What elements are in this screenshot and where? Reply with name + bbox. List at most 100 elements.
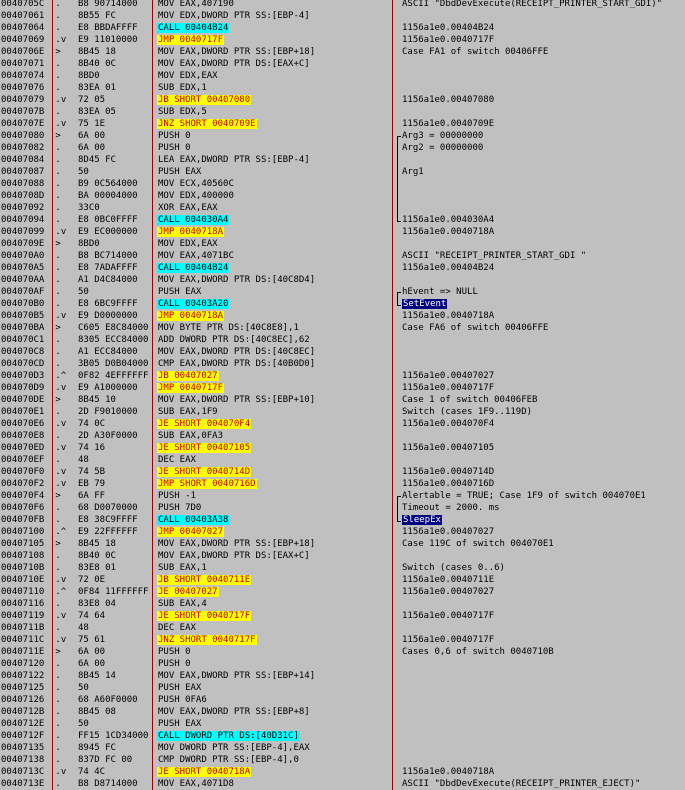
instruction-address: 0040707E: [1, 119, 45, 129]
instruction-address: 00407069: [1, 35, 45, 45]
instruction-row[interactable]: 00407120 . 6A 00 PUSH 0: [0, 658, 685, 670]
instruction-row[interactable]: 0040709E >8BD0 MOV EDX,EAX: [0, 238, 685, 250]
instruction-disasm: PUSH EAX: [157, 718, 393, 730]
instruction-row[interactable]: 00407138 . 837D FC 00 CMP DWORD PTR SS:[EB…: [0, 754, 685, 766]
instruction-row[interactable]: 0040712F . FF15 1CD34000 CALL DWORD PTR DS…: [0, 730, 685, 742]
instruction-disasm: MOV EAX,DWORD PTR SS:[EBP+8]: [157, 706, 393, 718]
disasm-text: SUB EAX,4: [158, 599, 207, 609]
instruction-row[interactable]: 004070F0 .v 74 5B JE SHORT 0040714D 1156a1e…: [0, 466, 685, 478]
instruction-hex: 74 64: [78, 611, 106, 621]
instruction-row[interactable]: 0040710E .v 72 0E JB SHORT 0040711E 1156a1e…: [0, 574, 685, 586]
instruction-disasm: CMP DWORD PTR SS:[EBP-4],0: [157, 754, 393, 766]
instruction-address: 004070AA: [1, 275, 45, 285]
instruction-comment: Switch (cases 1F9..119D): [402, 407, 533, 417]
instruction-row[interactable]: 00407119 .v 74 64 JE SHORT 0040717F 1156a1e…: [0, 610, 685, 622]
instruction-row[interactable]: 004070CD . 3B05 D0B04000 CMP EAX,DWORD PTR…: [0, 358, 685, 370]
instruction-hex: 6A FF: [78, 491, 106, 501]
instruction-row[interactable]: 00407071 . 8B40 0C MOV EAX,DWORD PTR DS:[E…: [0, 58, 685, 70]
instruction-row[interactable]: 0040710B . 83E8 01 SUB EAX,1 Switch (cases …: [0, 562, 685, 574]
instruction-row[interactable]: 00407094 . E8 0BC0FFFF CALL 004030A4 1156a1…: [0, 214, 685, 226]
instruction-address: 004070B0: [1, 299, 45, 309]
instruction-row[interactable]: 00407105 >8B45 18 MOV EAX,DWORD PTR SS:[E…: [0, 538, 685, 550]
instruction-comment: [402, 718, 685, 730]
instruction-row[interactable]: 00407108 . 8B40 0C MOV EAX,DWORD PTR DS:[E…: [0, 550, 685, 562]
instruction-hex: 6A 00: [78, 131, 106, 141]
instruction-comment: 1156a1e0.0040716D: [402, 479, 495, 489]
disasm-text: CALL 004030A4: [157, 215, 230, 225]
instruction-row[interactable]: 004070D9 .v E9 A1000000 JMP 0040717F 1156a1…: [0, 382, 685, 394]
instruction-row[interactable]: 004070BA > C605 E8C84000 MOV BYTE PTR DS:[…: [0, 322, 685, 334]
instruction-row[interactable]: 004070F2 .v EB 79 JMP SHORT 0040716D 1156a1…: [0, 478, 685, 490]
disasm-text: JMP 0040718A: [157, 227, 225, 237]
instruction-row[interactable]: 004070B0 . E8 6BC9FFFF CALL 00403A20 SetEve…: [0, 298, 685, 310]
instruction-row[interactable]: 004070AF . 50 PUSH EAX hEvent => NULL: [0, 286, 685, 298]
instruction-row[interactable]: 00407079 .v 72 05 JB SHORT 00407080 1156a1e…: [0, 94, 685, 106]
instruction-row[interactable]: 004070D3 .^ 0F82 4EFFFFFF JB 00407027 1156a…: [0, 370, 685, 382]
instruction-row[interactable]: 0040713C .v 74 4C JE SHORT 0040718A 1156a1e…: [0, 766, 685, 778]
instruction-row[interactable]: 00407082 . 6A 00 PUSH 0 Arg2 = 00000000: [0, 142, 685, 154]
instruction-row[interactable]: 0040707B . 83EA 05 SUB EDX,5: [0, 106, 685, 118]
instruction-row[interactable]: 004070F4 >6A FF PUSH -1 Alertable = TRUE; …: [0, 490, 685, 502]
instruction-row[interactable]: 00407099 .v E9 EC000000 JMP 0040718A 1156a1…: [0, 226, 685, 238]
instruction-row[interactable]: 00407116 . 83E8 04 SUB EAX,4: [0, 598, 685, 610]
instruction-row[interactable]: 0040707E .v 75 1E JNZ SHORT 0040709E 1156a1…: [0, 118, 685, 130]
instruction-row[interactable]: 00407126 . 68 A60F0000 PUSH 0FA6: [0, 694, 685, 706]
jump-marker: .v: [50, 119, 67, 129]
instruction-row[interactable]: 00407110 .^ 0F84 11FFFFFF JE 00407027 1156a…: [0, 586, 685, 598]
instruction-disasm: SUB EAX,1F9: [157, 406, 393, 418]
instruction-row[interactable]: 0040711B . 48 DEC EAX: [0, 622, 685, 634]
instruction-row[interactable]: 00407135 . 8945 FC MOV DWORD PTR SS:[EBP-4…: [0, 742, 685, 754]
instruction-address: 0040707B: [1, 107, 45, 117]
instruction-comment: ASCII "DbdDevExecute(RECEIPT_PRINTER_STA…: [402, 0, 663, 9]
instruction-row[interactable]: 00407061 . 8B55 FC MOV EDX,DWORD PTR SS:[E…: [0, 10, 685, 22]
instruction-row[interactable]: 004070EF . 48 DEC EAX: [0, 454, 685, 466]
instruction-row[interactable]: 0040706E >8B45 18 MOV EAX,DWORD PTR SS:[E…: [0, 46, 685, 58]
instruction-row[interactable]: 00407092 . 33C0 XOR EAX,EAX: [0, 202, 685, 214]
disassembly-pane[interactable]: 0040705C . B8 90714000 MOV EAX,407190 ASCII…: [0, 0, 685, 790]
instruction-row[interactable]: 004070FB . E8 38C9FFFF CALL 00403A38 SleepE…: [0, 514, 685, 526]
instruction-row[interactable]: 004070E1 . 2D F9010000 SUB EAX,1F9 Switch (…: [0, 406, 685, 418]
instruction-disasm: PUSH 0: [157, 658, 393, 670]
instruction-disasm: PUSH EAX: [157, 166, 393, 178]
instruction-row[interactable]: 00407076 . 83EA 01 SUB EDX,1: [0, 82, 685, 94]
instruction-row[interactable]: 004070ED .v 74 16 JE SHORT 00407105 1156a1e…: [0, 442, 685, 454]
instruction-row[interactable]: 004070C1 . 8305 ECC84000 ADD DWORD PTR DS:…: [0, 334, 685, 346]
instruction-disasm: LEA EAX,DWORD PTR SS:[EBP-4]: [157, 154, 393, 166]
jump-marker: .^: [50, 371, 67, 381]
instruction-address: 004070D3: [1, 371, 45, 381]
instruction-row[interactable]: 00407074 . 8BD0 MOV EDX,EAX: [0, 70, 685, 82]
disasm-text: SUB EDX,5: [158, 107, 207, 117]
instruction-row[interactable]: 0040711E >6A 00 PUSH 0 Cases 0,6 of switch…: [0, 646, 685, 658]
instruction-row[interactable]: 0040708D . BA 00004000 MOV EDX,400000: [0, 190, 685, 202]
instruction-address: 004070F2: [1, 479, 45, 489]
instruction-row[interactable]: 004070E6 .v 74 0C JE SHORT 004070F4 1156a1e…: [0, 418, 685, 430]
instruction-row[interactable]: 004070DE >8B45 10 MOV EAX,DWORD PTR SS:[E…: [0, 394, 685, 406]
instruction-row[interactable]: 00407069 .v E9 11010000 JMP 0040717F 1156a1…: [0, 34, 685, 46]
instruction-row[interactable]: 00407088 . B9 0C564000 MOV ECX,40560C: [0, 178, 685, 190]
instruction-disasm: CMP EAX,DWORD PTR DS:[40B0D0]: [157, 358, 393, 370]
instruction-disasm: SUB EAX,1: [157, 562, 393, 574]
instruction-row[interactable]: 00407064 . E8 BBDAFFFF CALL 00404B24 1156a1…: [0, 22, 685, 34]
disasm-text: XOR EAX,EAX: [158, 203, 218, 213]
instruction-row[interactable]: 00407125 . 50 PUSH EAX: [0, 682, 685, 694]
instruction-row[interactable]: 0040705C . B8 90714000 MOV EAX,407190 ASCII…: [0, 0, 685, 10]
instruction-row[interactable]: 00407100 .^ E9 22FFFFFF JMP 00407027 1156a1…: [0, 526, 685, 538]
instruction-comment: [402, 550, 685, 562]
instruction-row[interactable]: 00407084 . 8D45 FC LEA EAX,DWORD PTR SS:[E…: [0, 154, 685, 166]
call-argument-bracket: [397, 496, 401, 522]
instruction-row[interactable]: 0040712B . 8B45 08 MOV EAX,DWORD PTR SS:[E…: [0, 706, 685, 718]
instruction-row[interactable]: 0040713E . B8 D8714000 MOV EAX,4071D8 ASCII…: [0, 778, 685, 790]
instruction-row[interactable]: 0040712E . 50 PUSH EAX: [0, 718, 685, 730]
instruction-address: 0040711B: [1, 623, 45, 633]
instruction-row[interactable]: 00407122 . 8B45 14 MOV EAX,DWORD PTR SS:[E…: [0, 670, 685, 682]
instruction-row[interactable]: 004070E8 . 2D A30F0000 SUB EAX,0FA3: [0, 430, 685, 442]
instruction-row[interactable]: 004070A5 . E8 7ADAFFFF CALL 00404B24 1156a1…: [0, 262, 685, 274]
instruction-row[interactable]: 0040711C .v 75 61 JNZ SHORT 0040717F 1156a1…: [0, 634, 685, 646]
instruction-row[interactable]: 004070AA . A1 D4C84000 MOV EAX,DWORD PTR D…: [0, 274, 685, 286]
instruction-row[interactable]: 004070A0 . B8 BC714000 MOV EAX,4071BC ASCII…: [0, 250, 685, 262]
instruction-row[interactable]: 004070B5 .v E9 D0000000 JMP 0040718A 1156a1…: [0, 310, 685, 322]
instruction-row[interactable]: 004070C8 . A1 ECC84000 MOV EAX,DWORD PTR D…: [0, 346, 685, 358]
instruction-row[interactable]: 004070F6 . 68 D0070000 PUSH 7D0 Timeout = 2…: [0, 502, 685, 514]
instruction-row[interactable]: 00407080 >6A 00 PUSH 0 Arg3 = 00000000: [0, 130, 685, 142]
instruction-row[interactable]: 00407087 . 50 PUSH EAX Arg1: [0, 166, 685, 178]
